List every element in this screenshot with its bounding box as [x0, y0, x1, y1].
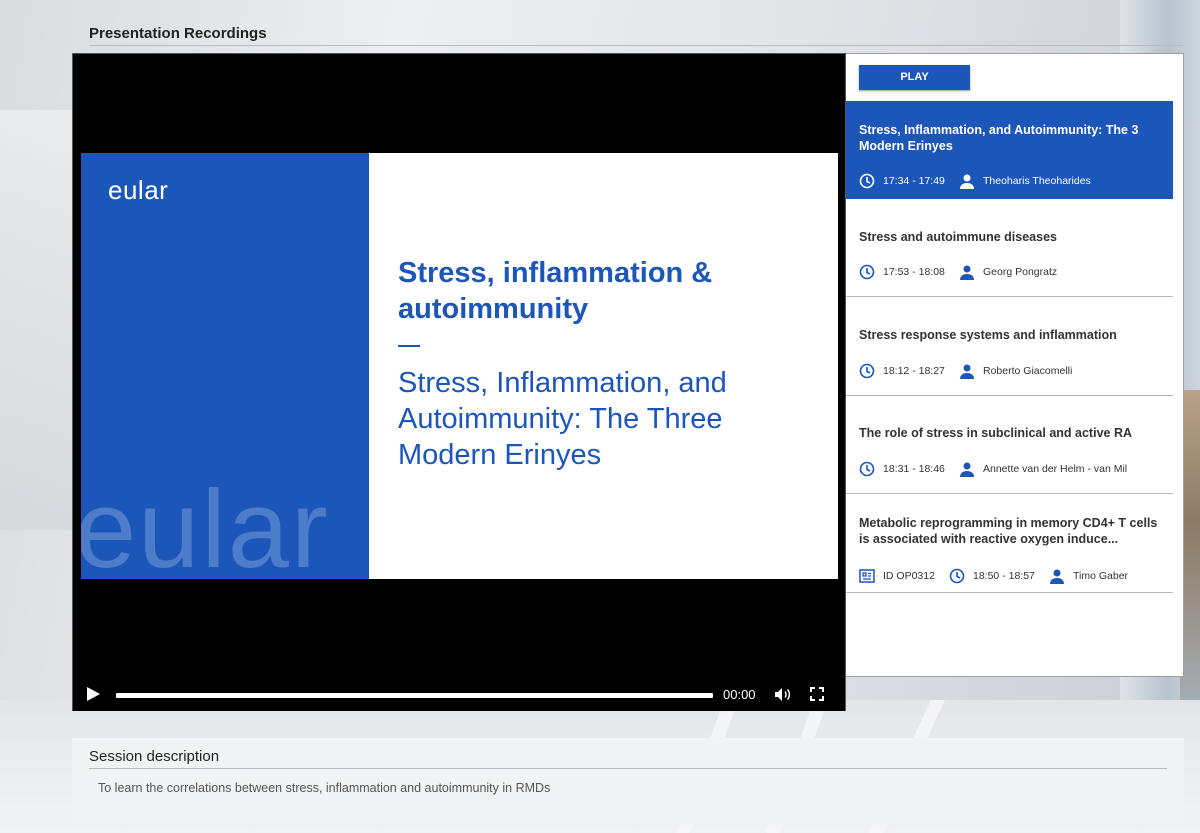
playlist-item-speaker: Georg Pongratz	[959, 264, 1057, 280]
person-icon	[1050, 569, 1064, 584]
clock-icon	[859, 461, 875, 477]
person-icon	[960, 174, 974, 189]
playlist-item-time: 18:31 - 18:46	[859, 461, 945, 477]
slide-divider	[398, 345, 420, 347]
volume-icon[interactable]	[774, 687, 791, 702]
playlist-panel: PLAY Stress, Inflammation, and Autoimmun…	[846, 53, 1184, 677]
slide-blue-panel: eular eular	[81, 153, 369, 579]
person-icon	[960, 462, 974, 477]
playlist-item-id: ID OP0312	[859, 568, 935, 584]
time-display: 00:00	[723, 687, 756, 702]
person-icon	[960, 364, 974, 379]
slide-heading: Stress, inflammation & autoimmunity	[398, 257, 713, 325]
fullscreen-icon[interactable]	[810, 687, 824, 701]
page-title: Presentation Recordings	[89, 25, 267, 42]
clock-icon	[859, 264, 875, 280]
slide-logo: eular	[108, 175, 169, 205]
background-beam	[0, 110, 80, 530]
session-description-title: Session description	[89, 748, 220, 765]
playlist-item-time: 18:12 - 18:27	[859, 363, 945, 379]
playlist-item-title: The role of stress in subclinical and ac…	[859, 426, 1132, 440]
clock-icon	[949, 568, 965, 584]
playlist-item[interactable]: The role of stress in subclinical and ac…	[846, 396, 1173, 494]
session-description-text: To learn the correlations between stress…	[98, 781, 551, 795]
playlist-item[interactable]: Stress response systems and inflammation…	[846, 297, 1173, 396]
playlist-item-title: Metabolic reprogramming in memory CD4+ T…	[859, 516, 1158, 546]
playlist-item-title: Stress and autoimmune diseases	[859, 230, 1057, 244]
video-controls: 00:00	[73, 678, 845, 711]
video-player[interactable]: eular eular Stress, inflammation & autoi…	[72, 53, 846, 711]
playlist-item[interactable]: Metabolic reprogramming in memory CD4+ T…	[846, 494, 1173, 593]
play-button[interactable]: PLAY	[859, 65, 970, 90]
playlist-item[interactable]: Stress, Inflammation, and Autoimmunity: …	[846, 101, 1173, 199]
playlist-item-speaker: Annette van der Helm - van Mil	[959, 461, 1127, 477]
play-icon[interactable]	[87, 687, 100, 701]
playlist-item-title: Stress, Inflammation, and Autoimmunity: …	[859, 123, 1139, 153]
clock-icon	[859, 363, 875, 379]
playlist-item-time: 17:34 - 17:49	[859, 173, 945, 189]
progress-bar[interactable]	[116, 693, 713, 698]
playlist-item[interactable]: Stress and autoimmune diseases 17:53 - 1…	[846, 199, 1173, 297]
playlist-item-speaker: Theoharis Theoharides	[959, 173, 1091, 189]
person-icon	[960, 265, 974, 280]
playlist-item-title: Stress response systems and inflammation	[859, 328, 1117, 342]
document-icon	[859, 569, 875, 583]
slide-watermark: eular	[81, 468, 330, 580]
playlist-item-time: 18:50 - 18:57	[949, 568, 1035, 584]
slide-subtitle: Stress, Inflammation, and Autoimmunity: …	[398, 367, 727, 471]
session-description-divider	[89, 768, 1167, 769]
playlist-item-speaker: Timo Gaber	[1049, 568, 1128, 584]
playlist-item-speaker: Roberto Giacomelli	[959, 363, 1072, 379]
title-divider	[89, 45, 1183, 46]
video-frame: eular eular Stress, inflammation & autoi…	[81, 153, 838, 579]
clock-icon	[859, 173, 875, 189]
session-description-panel: Session description To learn the correla…	[72, 738, 1184, 824]
playlist-item-time: 17:53 - 18:08	[859, 264, 945, 280]
